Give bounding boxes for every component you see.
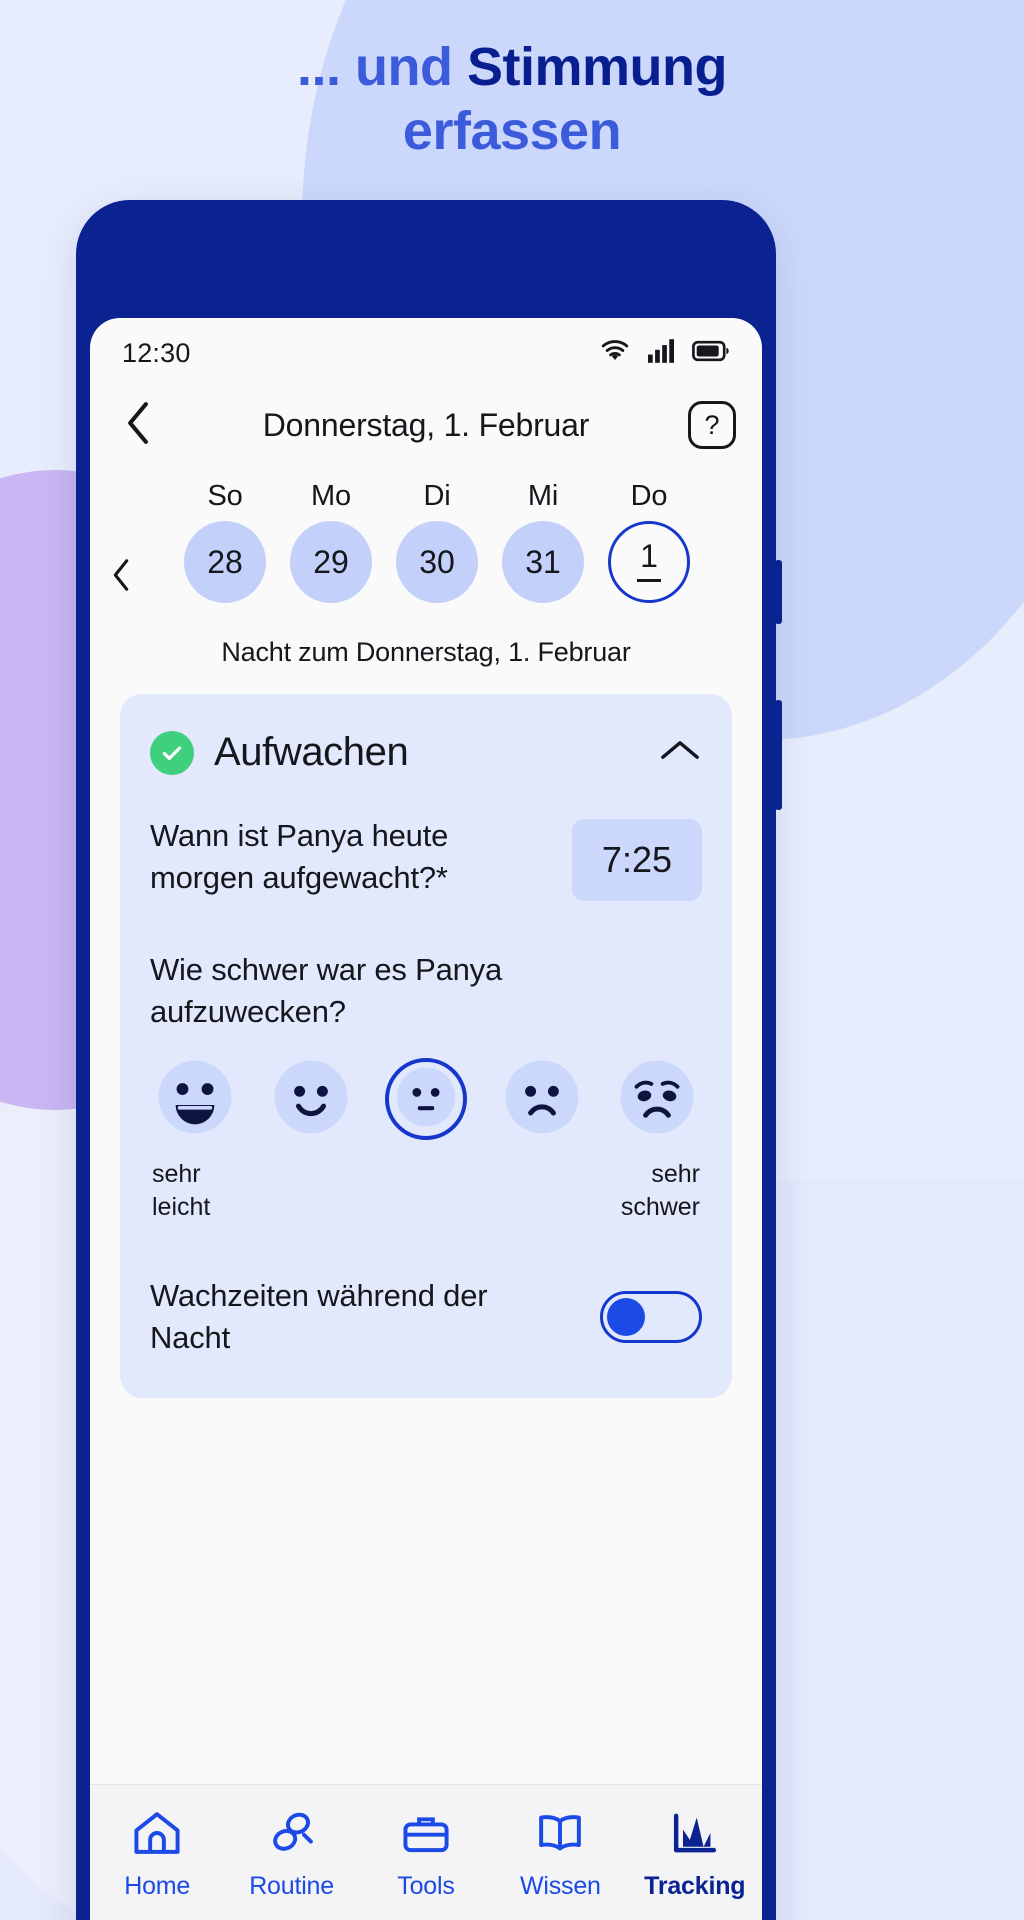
phone-power-button	[775, 700, 782, 810]
briefcase-icon	[400, 1809, 452, 1862]
day-name-label: Mi	[527, 480, 559, 512]
wake-time-question-label: Wann ist Panya heute morgen aufgewacht?*	[150, 818, 449, 895]
scale-labels: sehr leicht sehr schwer	[150, 1158, 702, 1223]
week-strip: So 28 Mo 29 Di 30 Mi 31 Do 1	[90, 466, 762, 603]
day-column: Do 1	[603, 480, 695, 603]
face-option-very-easy[interactable]	[154, 1058, 236, 1140]
card-title: Aufwachen	[214, 730, 409, 774]
day-chip-29[interactable]: 29	[290, 521, 372, 603]
wake-periods-row: Wachzeiten während der Nacht	[150, 1275, 702, 1358]
chevron-left-icon	[111, 558, 131, 597]
chart-icon	[669, 1809, 721, 1862]
wake-periods-label: Wachzeiten während der Nacht	[150, 1278, 488, 1355]
day-chip-1-selected[interactable]: 1	[608, 521, 690, 603]
scale-label-low: sehr leicht	[152, 1160, 211, 1221]
nav-item-tools[interactable]: Tools	[366, 1809, 486, 1901]
status-bar: 12:30	[90, 318, 762, 380]
day-number: 31	[525, 543, 561, 580]
nav-item-routine[interactable]: Routine	[232, 1809, 352, 1901]
help-button[interactable]: ?	[688, 401, 736, 449]
face-option-neutral-selected[interactable]	[385, 1058, 467, 1141]
back-button[interactable]	[116, 401, 160, 450]
wake-periods-toggle[interactable]	[600, 1290, 702, 1343]
selected-day-underline	[637, 579, 661, 582]
bottom-navigation: Home Routine Tools Wissen Tracking	[90, 1784, 762, 1920]
cellular-signal-icon	[648, 338, 674, 368]
day-name-label: Mo	[311, 480, 351, 512]
phone-mockup: 12:30 Donnerstag, 1. Februar ? So 28 Mo …	[76, 200, 782, 1920]
day-chip-31[interactable]: 31	[502, 521, 584, 603]
question-mark-icon: ?	[704, 409, 720, 440]
difficulty-question-label: Wie schwer war es Panya aufzuwecken?	[150, 952, 503, 1029]
promo-headline-part1: ... und	[297, 37, 467, 97]
scale-label-high: sehr schwer	[620, 1160, 700, 1221]
phone-screen: 12:30 Donnerstag, 1. Februar ? So 28 Mo …	[90, 318, 762, 1920]
nav-label-tools: Tools	[397, 1872, 455, 1900]
card-header: Aufwachen	[150, 730, 702, 775]
face-neutral-icon	[393, 1064, 459, 1135]
night-subtitle: Nacht zum Donnerstag, 1. Februar	[221, 637, 631, 667]
day-chip-28[interactable]: 28	[184, 521, 266, 603]
day-number: 1	[640, 537, 658, 574]
face-option-easy[interactable]	[270, 1058, 352, 1140]
day-name-label: Di	[423, 480, 451, 512]
face-happy-icon	[270, 1056, 352, 1143]
promo-headline: ... und Stimmung erfassen	[0, 36, 1024, 163]
face-very-sad-icon	[616, 1056, 698, 1143]
toggle-knob	[607, 1297, 645, 1336]
nav-label-home: Home	[124, 1872, 191, 1900]
collapse-card-button[interactable]	[658, 731, 702, 775]
app-header: Donnerstag, 1. Februar ?	[90, 380, 762, 466]
nav-item-tracking[interactable]: Tracking	[635, 1809, 755, 1901]
chevron-up-icon	[660, 737, 700, 768]
rings-icon	[266, 1809, 318, 1862]
day-name-label: So	[207, 480, 243, 512]
chevron-left-icon	[125, 401, 151, 450]
week-days-row: So 28 Mo 29 Di 30 Mi 31 Do 1	[90, 480, 762, 603]
day-chip-30[interactable]: 30	[396, 521, 478, 603]
promo-headline-line2: erfassen	[402, 100, 622, 161]
nav-label-routine: Routine	[249, 1872, 334, 1900]
status-bar-icons	[600, 338, 730, 368]
day-column: Mi 31	[497, 480, 589, 603]
battery-icon	[692, 340, 730, 367]
day-column: Di 30	[391, 480, 483, 603]
house-icon	[131, 1809, 183, 1862]
day-name-label: Do	[630, 480, 668, 512]
day-number: 28	[207, 543, 243, 580]
previous-week-button[interactable]	[106, 558, 136, 596]
nav-label-tracking: Tracking	[644, 1872, 746, 1900]
day-column: Mo 29	[285, 480, 377, 603]
wake-up-card: Aufwachen Wann ist Panya heute morgen au…	[120, 694, 732, 1399]
phone-volume-button	[775, 560, 782, 624]
nav-label-wissen: Wissen	[519, 1872, 601, 1900]
check-circle-icon	[150, 730, 194, 775]
face-very-happy-icon	[154, 1056, 236, 1143]
day-number: 30	[419, 543, 455, 580]
wifi-icon	[600, 339, 630, 368]
nav-item-wissen[interactable]: Wissen	[500, 1809, 620, 1901]
face-option-very-hard[interactable]	[616, 1058, 698, 1140]
wake-time-input[interactable]: 7:25	[571, 819, 702, 901]
wake-time-question-row: Wann ist Panya heute morgen aufgewacht?*…	[150, 815, 702, 901]
day-number: 29	[313, 543, 349, 580]
day-column: So 28	[179, 480, 271, 603]
book-icon	[534, 1809, 586, 1862]
page-title: Donnerstag, 1. Februar	[262, 406, 590, 443]
promo-headline-part2: Stimmung	[466, 37, 728, 97]
difficulty-face-scale	[150, 1058, 702, 1141]
face-option-hard[interactable]	[501, 1058, 583, 1140]
promo-headline-line1: ... und Stimmung	[0, 36, 1024, 100]
status-bar-time: 12:30	[122, 337, 191, 368]
face-sad-icon	[501, 1056, 583, 1143]
nav-item-home[interactable]: Home	[97, 1809, 217, 1901]
